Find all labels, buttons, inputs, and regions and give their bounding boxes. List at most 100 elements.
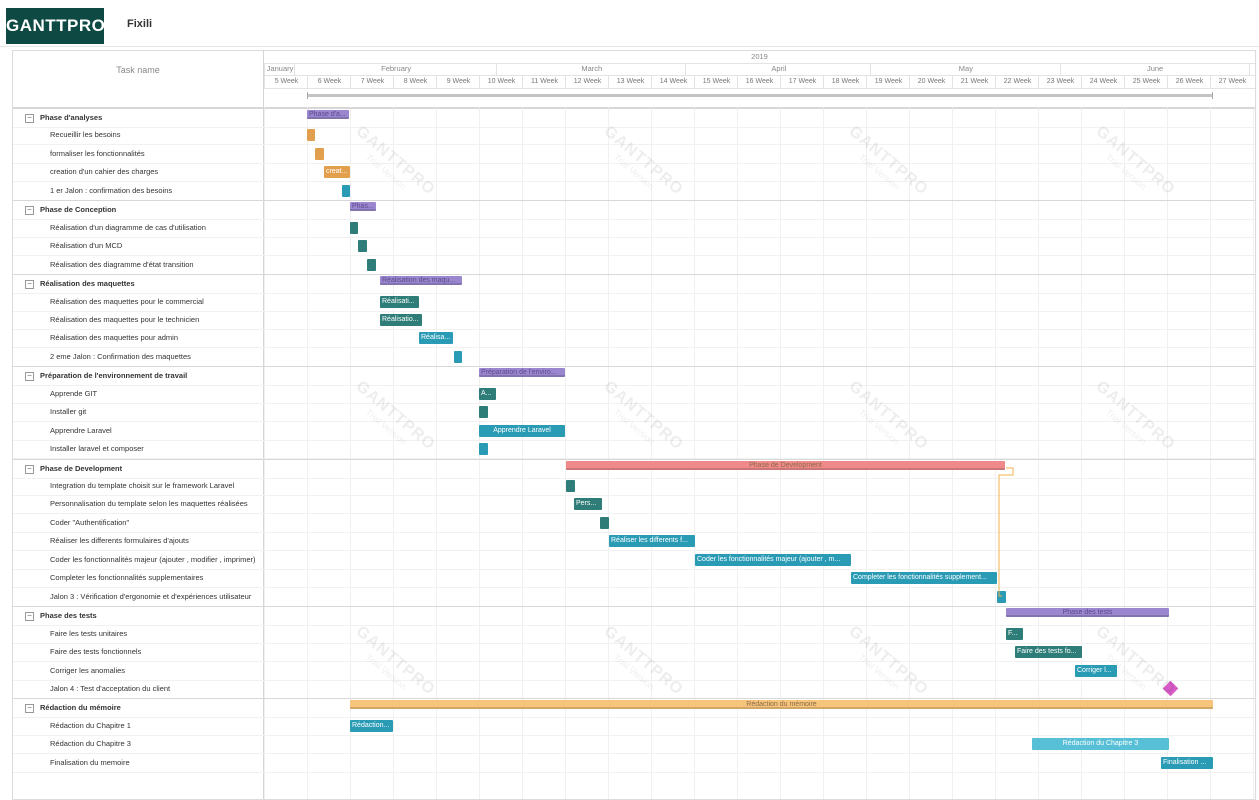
- group-name[interactable]: Réalisation des maquettes: [40, 275, 260, 293]
- task-row[interactable]: Coder "Authentification": [13, 514, 1255, 533]
- collapse-toggle-icon[interactable]: −: [25, 280, 34, 290]
- task-bar[interactable]: [350, 221, 358, 234]
- group-name[interactable]: Rédaction du mémoire: [40, 699, 260, 717]
- task-name[interactable]: Apprendre Laravel: [50, 422, 260, 440]
- task-row[interactable]: Integration du template choisit sur le f…: [13, 477, 1255, 496]
- task-bar[interactable]: [454, 350, 462, 363]
- task-row[interactable]: Réalisation des maquettes pour le techni…: [13, 311, 1255, 330]
- task-row[interactable]: Completer les fonctionnalités supplement…: [13, 569, 1255, 589]
- group-row[interactable]: − Phase de Conception: [13, 200, 1255, 221]
- task-name[interactable]: Apprende GIT: [50, 385, 260, 403]
- task-name[interactable]: formaliser les fonctionnalités: [50, 145, 260, 163]
- task-bar[interactable]: Apprendre Laravel: [479, 424, 565, 437]
- task-bar[interactable]: [600, 516, 609, 529]
- task-name[interactable]: Personnalisation du template selon les m…: [50, 495, 260, 513]
- task-bar[interactable]: [358, 240, 367, 253]
- task-row[interactable]: 1 er Jalon : confirmation des besoins: [13, 182, 1255, 201]
- task-row[interactable]: Réalisation d'un diagramme de cas d'util…: [13, 219, 1255, 238]
- project-name[interactable]: Fixili: [127, 18, 152, 30]
- task-name[interactable]: Réalisation d'un MCD: [50, 237, 260, 255]
- collapse-toggle-icon[interactable]: −: [25, 704, 34, 714]
- task-bar[interactable]: [479, 443, 488, 456]
- task-name[interactable]: Integration du template choisit sur le f…: [50, 477, 260, 495]
- task-bar[interactable]: creat...: [324, 166, 350, 179]
- task-row[interactable]: Personnalisation du template selon les m…: [13, 495, 1255, 515]
- task-name[interactable]: Finalisation du memoire: [50, 754, 260, 772]
- task-bar[interactable]: Réalisatio...: [380, 313, 422, 326]
- task-name[interactable]: Faire des tests fonctionnels: [50, 643, 260, 661]
- task-name[interactable]: creation d'un cahier des charges: [50, 163, 260, 181]
- task-name[interactable]: Coder "Authentification": [50, 514, 260, 532]
- task-name[interactable]: Réalisation des maquettes pour admin: [50, 329, 260, 347]
- task-name[interactable]: Jalon 3 : Vérification d'ergonomie et d'…: [50, 588, 260, 606]
- group-summary-bar[interactable]: Phase des tests: [1006, 608, 1169, 618]
- task-bar[interactable]: A...: [479, 387, 496, 400]
- group-row[interactable]: − Phase d'analyses: [13, 108, 1255, 128]
- group-name[interactable]: Préparation de l'environnement de travai…: [40, 367, 260, 385]
- collapse-toggle-icon[interactable]: −: [25, 612, 34, 622]
- task-bar[interactable]: [566, 480, 575, 492]
- task-bar[interactable]: Finalisation ...: [1161, 756, 1213, 769]
- task-bar[interactable]: Réaliser les differents f...: [609, 535, 695, 548]
- group-name[interactable]: Phase de Conception: [40, 201, 260, 219]
- group-summary-bar[interactable]: Préparation de l'enviro...: [479, 368, 565, 378]
- task-row[interactable]: Rédaction du Chapitre 1: [13, 717, 1255, 736]
- group-row[interactable]: − Préparation de l'environnement de trava…: [13, 366, 1255, 387]
- task-bar[interactable]: Pers...: [574, 498, 602, 511]
- group-summary-bar[interactable]: Phase d'a...: [307, 110, 349, 119]
- task-name[interactable]: Corriger les anomalies: [50, 662, 260, 680]
- task-name[interactable]: Rédaction du Chapitre 3: [50, 735, 260, 753]
- task-row[interactable]: Faire les tests unitaires: [13, 625, 1255, 644]
- task-row[interactable]: 2 eme Jalon : Confirmation des maquettes: [13, 348, 1255, 367]
- task-name[interactable]: Faire les tests unitaires: [50, 625, 260, 643]
- group-summary-bar[interactable]: Phas...: [350, 202, 376, 212]
- ganttpro-logo[interactable]: GANTTPRO: [6, 8, 105, 44]
- collapse-toggle-icon[interactable]: −: [25, 464, 34, 474]
- task-row[interactable]: Coder les fonctionnalités majeur (ajoute…: [13, 551, 1255, 570]
- task-name-header[interactable]: Task name: [13, 65, 263, 75]
- task-row[interactable]: Réalisation des maquettes pour le commer…: [13, 293, 1255, 312]
- collapse-toggle-icon[interactable]: −: [25, 206, 34, 216]
- group-name[interactable]: Phase d'analyses: [40, 109, 260, 127]
- task-name[interactable]: Rédaction du Chapitre 1: [50, 717, 260, 735]
- group-name[interactable]: Phase des tests: [40, 607, 260, 625]
- task-name[interactable]: Installer git: [50, 403, 260, 421]
- task-row[interactable]: Finalisation du memoire: [13, 754, 1255, 773]
- task-name[interactable]: Réalisation des maquettes pour le techni…: [50, 311, 260, 329]
- group-name[interactable]: Phase de Development: [40, 460, 260, 478]
- collapse-toggle-icon[interactable]: −: [25, 114, 34, 123]
- group-summary-bar[interactable]: Phase de Development: [566, 460, 1005, 470]
- group-summary-bar[interactable]: Rédaction du mémoire: [350, 700, 1213, 710]
- task-bar[interactable]: [315, 147, 324, 160]
- task-bar[interactable]: Réalisa...: [419, 332, 453, 345]
- task-bar[interactable]: [367, 258, 376, 271]
- group-row[interactable]: − Réalisation des maquettes: [13, 274, 1255, 295]
- task-row[interactable]: Réalisation d'un MCD: [13, 237, 1255, 257]
- task-name[interactable]: 1 er Jalon : confirmation des besoins: [50, 182, 260, 200]
- task-bar[interactable]: Rédaction du Chapitre 3: [1032, 738, 1169, 751]
- task-bar[interactable]: Rédaction...: [350, 719, 393, 732]
- task-row[interactable]: Réalisation des maquettes pour admin: [13, 329, 1255, 349]
- task-bar[interactable]: Réalisati...: [380, 295, 419, 308]
- task-row[interactable]: Installer laravel et composer: [13, 440, 1255, 460]
- collapse-toggle-icon[interactable]: −: [25, 372, 34, 382]
- task-name[interactable]: Jalon 4 : Test d'acceptation du client: [50, 680, 260, 698]
- task-bar[interactable]: Faire des tests fo...: [1015, 646, 1082, 659]
- task-row[interactable]: Réalisation des diagramme d'état transit…: [13, 256, 1255, 275]
- task-bar[interactable]: [342, 184, 350, 197]
- task-name[interactable]: Réalisation des maquettes pour le commer…: [50, 293, 260, 311]
- task-name[interactable]: Réaliser les differents formulaires d'aj…: [50, 532, 260, 550]
- task-name[interactable]: Completer les fonctionnalités supplement…: [50, 569, 260, 587]
- task-bar[interactable]: Completer les fonctionnalités supplement…: [851, 572, 997, 585]
- task-name[interactable]: Recueillir les besoins: [50, 126, 260, 144]
- task-bar[interactable]: Coder les fonctionnalités majeur (ajoute…: [695, 553, 851, 566]
- task-bar[interactable]: [479, 406, 488, 419]
- task-bar[interactable]: [997, 590, 1006, 603]
- task-row[interactable]: Jalon 3 : Vérification d'ergonomie et d'…: [13, 588, 1255, 607]
- task-bar[interactable]: F...: [1006, 627, 1023, 640]
- task-row[interactable]: Jalon 4 : Test d'acceptation du client: [13, 680, 1255, 699]
- group-summary-bar[interactable]: Réalisation des maqu...: [380, 276, 462, 286]
- task-name[interactable]: 2 eme Jalon : Confirmation des maquettes: [50, 348, 260, 366]
- task-name[interactable]: Coder les fonctionnalités majeur (ajoute…: [50, 551, 260, 569]
- task-bar[interactable]: [307, 129, 315, 142]
